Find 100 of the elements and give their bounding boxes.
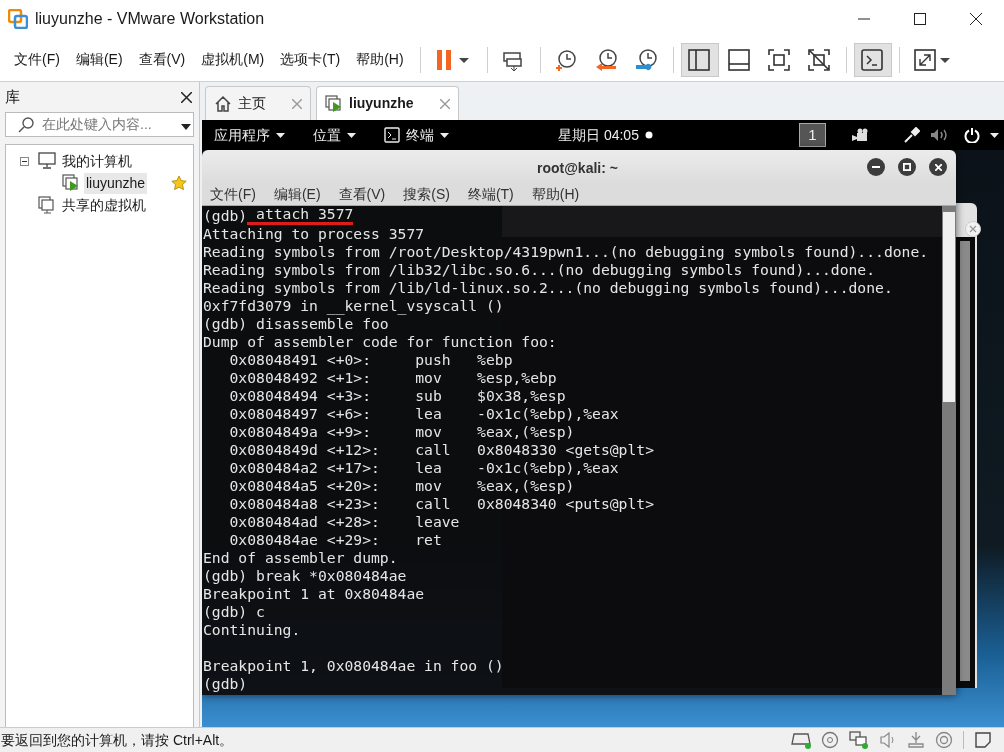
menu-item[interactable]: 搜索(S) <box>403 183 450 205</box>
close-icon[interactable] <box>965 221 981 237</box>
terminal-line: 0x08048497 <+6>: lea -0x1c(%ebp),%eax <box>228 405 619 423</box>
maximize-icon <box>903 163 911 171</box>
menu-item[interactable]: 文件(F) <box>210 183 256 205</box>
scroll-thumb[interactable] <box>943 212 955 402</box>
tab[interactable]: 主页 <box>205 86 311 120</box>
menu-item[interactable]: 终端(T) <box>467 183 514 205</box>
collapse-icon[interactable] <box>19 156 29 166</box>
volume-icon <box>930 128 950 142</box>
search-icon <box>18 116 34 133</box>
terminal-line: (gdb) <box>203 207 248 225</box>
terminal-icon <box>384 127 400 143</box>
caret-icon <box>276 132 285 138</box>
console-button[interactable] <box>853 42 892 77</box>
terminal-line: Reading symbols from /lib32/libc.so.6...(no debugging symbols found)...done. <box>203 261 876 279</box>
power-icon <box>964 127 980 143</box>
menu-item[interactable]: 选项卡(T) <box>274 44 347 75</box>
cd-icon[interactable] <box>821 731 839 749</box>
search-field[interactable]: 在此处键入内容... <box>5 112 194 137</box>
vm-icon <box>325 94 343 113</box>
top-bar-menu[interactable]: 位置 <box>313 124 356 146</box>
menu-item[interactable]: 帮助(H) <box>531 183 580 205</box>
tree-item[interactable]: 共享的虚拟机 <box>60 194 148 216</box>
tree-item[interactable]: 我的计算机 <box>60 150 134 172</box>
maximize-button[interactable] <box>898 158 916 176</box>
snapshot-manager-icon <box>633 47 660 72</box>
close-button[interactable] <box>929 158 947 176</box>
minimize-icon <box>872 166 880 168</box>
close-icon <box>934 163 942 171</box>
menu-item[interactable]: 编辑(E) <box>273 183 321 205</box>
view-library-icon <box>686 47 713 72</box>
terminal-line: (gdb) c <box>203 603 265 621</box>
terminal-line: 0x0804849d <+12>: call 0x8048330 <gets@plt> <box>228 441 654 459</box>
terminal-line: Breakpoint 1 at 0x80484ae <box>203 585 425 603</box>
terminal-line: Continuing. <box>203 621 301 639</box>
menu-item[interactable]: 文件(F) <box>8 44 66 75</box>
menu-item[interactable]: 查看(V) <box>338 183 386 205</box>
panel-title: 库 <box>5 86 20 107</box>
terminal-title: root@kali: ~ <box>537 159 618 178</box>
terminal-line: (gdb) <box>203 675 248 693</box>
caret-icon <box>347 132 356 138</box>
underlined-command: attach 3577 <box>247 207 354 225</box>
tab[interactable]: liuyunzhe <box>316 86 459 120</box>
terminal-line: 0x080484ae <+29>: ret <box>228 531 442 549</box>
monitor-icon <box>38 152 56 170</box>
terminal-line: 0x0804849a <+9>: mov %eax,(%esp) <box>228 423 575 441</box>
menu-item[interactable]: 虚拟机(M) <box>195 44 271 75</box>
maximize-icon <box>914 13 926 25</box>
star-icon <box>171 175 187 191</box>
home-icon <box>214 94 232 113</box>
terminal-line: 0x080484ad <+28>: leave <box>228 513 460 531</box>
scrollbar[interactable] <box>960 241 970 681</box>
terminal-line: End of assembler dump. <box>203 549 398 567</box>
close-icon <box>180 91 192 103</box>
terminal-line: 0x08048491 <+0>: push %ebp <box>228 351 513 369</box>
terminal-line: 0x080484a2 <+17>: lea -0x1c(%ebp),%eax <box>228 459 619 477</box>
app-logo-icon <box>7 9 28 29</box>
view-full-icon <box>766 47 793 72</box>
view-thumbnail-icon <box>726 47 753 72</box>
network-icon[interactable] <box>849 731 869 749</box>
dot-icon <box>644 131 653 139</box>
close-icon <box>970 13 982 25</box>
terminal-line: (gdb) disassemble foo <box>203 315 389 333</box>
shared-vm-icon <box>38 196 56 214</box>
camera-icon <box>852 128 870 142</box>
terminal-line: Attaching to process 3577 <box>203 225 425 243</box>
scrollbar[interactable] <box>942 206 956 695</box>
console-icon <box>859 47 886 72</box>
window-title: liuyunzhe - VMware Workstation <box>35 9 265 29</box>
caret-icon <box>440 132 449 138</box>
tree-item[interactable]: liuyunzhe <box>84 172 148 194</box>
terminal-line: Dump of assembler code for function foo: <box>203 333 557 351</box>
terminal-line: (gdb) break *0x080484ae <box>203 567 407 585</box>
stretch-icon <box>912 47 953 72</box>
view-library-button[interactable] <box>680 42 719 77</box>
clock: 星期日 04:05 <box>558 125 639 145</box>
top-bar-menu[interactable]: 应用程序 <box>214 124 285 146</box>
close-button[interactable] <box>178 89 194 105</box>
terminal-line: 0xf7fd3079 in __kernel_vsyscall () <box>203 297 504 315</box>
note-icon[interactable] <box>974 731 992 749</box>
top-bar-menu[interactable]: 终端 <box>384 124 449 146</box>
status-message: 要返回到您的计算机，请按 Ctrl+Alt。 <box>1 730 234 750</box>
terminal-line: Reading symbols from /root/Desktop/4319pwn1...(no debugging symbols found)...done. <box>203 243 929 261</box>
menu-item[interactable]: 帮助(H) <box>350 44 410 75</box>
caret-icon <box>990 132 999 138</box>
speaker-icon[interactable] <box>879 731 897 749</box>
vm-icon <box>62 174 80 192</box>
terminal-line: Reading symbols from /lib/ld-linux.so.2...(no debugging symbols found)...done. <box>203 279 893 297</box>
terminal-line: 0x08048494 <+3>: sub $0x38,%esp <box>228 387 566 405</box>
terminal-line: 0x08048492 <+1>: mov %esp,%ebp <box>228 369 557 387</box>
terminal-line: Breakpoint 1, 0x080484ae in foo () <box>203 657 504 675</box>
dropdown-icon[interactable] <box>181 124 191 130</box>
terminal-line: 0x080484a5 <+20>: mov %eax,(%esp) <box>228 477 575 495</box>
menu-item[interactable]: 编辑(E) <box>69 44 129 75</box>
workspace-indicator[interactable]: 1 <box>799 123 826 147</box>
view-unity-icon <box>806 47 833 72</box>
minimize-button[interactable] <box>867 158 885 176</box>
menu-item[interactable]: 查看(V) <box>132 44 192 75</box>
terminal-line: 0x080484a8 <+23>: call 0x8048340 <puts@plt> <box>228 495 654 513</box>
